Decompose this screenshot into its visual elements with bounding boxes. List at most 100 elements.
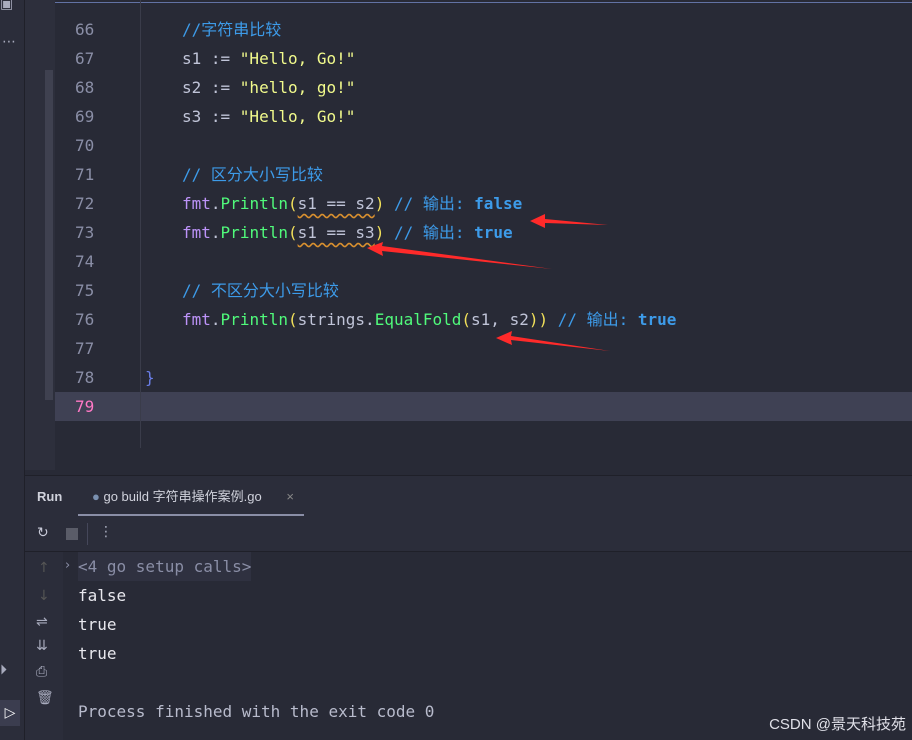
services-icon[interactable]: ⏵ — [0, 662, 7, 678]
code-line[interactable]: 78} — [55, 363, 912, 392]
token: // 输出: — [548, 310, 638, 329]
code-line[interactable]: 77 — [55, 334, 912, 363]
code-text: fmt.Println(s1 == s3) // 输出: true — [182, 218, 513, 247]
line-number: 79 — [75, 397, 95, 416]
code-line[interactable]: 68 s2 := "hello, go!" — [55, 73, 912, 102]
line-number: 74 — [75, 252, 95, 271]
trash-icon[interactable]: 🗑 — [36, 690, 54, 706]
token: // 不区分大小写比较 — [182, 281, 339, 300]
gutter-divider — [140, 0, 141, 448]
code-text: fmt.Println(strings.EqualFold(s1, s2)) /… — [182, 305, 676, 334]
line-number: 76 — [75, 310, 95, 329]
code-line[interactable]: 75 // 不区分大小写比较 — [55, 276, 912, 305]
print-icon[interactable]: ⎙ — [36, 664, 47, 680]
token: fmt — [182, 223, 211, 242]
process-finished: Process finished with the exit code 0 — [78, 702, 435, 721]
token: ( — [287, 223, 298, 242]
token: s2 := — [182, 78, 240, 97]
code-text: s1 := "Hello, Go!" — [182, 44, 355, 73]
token: s3 := — [182, 107, 240, 126]
left-tool-strip: ▣ ⋯ ⏵ ▷ — [0, 0, 25, 740]
token: // 区分大小写比较 — [182, 165, 323, 184]
line-number: 70 — [75, 136, 95, 155]
expand-chevron-icon[interactable]: › — [65, 558, 70, 573]
scroll-to-end-icon[interactable]: ⇊ — [36, 638, 48, 654]
token: true — [474, 223, 513, 242]
run-toolbar: ↻ ⋮ — [25, 517, 912, 552]
code-text: } — [145, 363, 155, 392]
line-number: 66 — [75, 20, 95, 39]
down-arrow-icon[interactable]: ↓ — [38, 588, 50, 604]
up-arrow-icon[interactable]: ↑ — [38, 560, 50, 576]
line-number: 73 — [75, 223, 95, 242]
token: "hello, go!" — [239, 78, 356, 97]
token: )) — [528, 310, 549, 329]
top-border — [55, 2, 912, 3]
token: ( — [461, 310, 472, 329]
code-line[interactable]: 73 fmt.Println(s1 == s3) // 输出: true — [55, 218, 912, 247]
token: fmt — [182, 194, 211, 213]
code-text: //字符串比较 — [182, 15, 281, 44]
token: strings. — [297, 310, 375, 329]
token: // 输出: — [384, 223, 475, 242]
run-tool-icon[interactable]: ▷ — [0, 700, 20, 726]
gopher-icon: ● — [92, 489, 104, 504]
token: ) — [374, 194, 385, 213]
token: . — [210, 310, 221, 329]
token: ( — [287, 310, 298, 329]
close-tab-icon[interactable]: × — [286, 479, 294, 515]
code-text: // 不区分大小写比较 — [182, 276, 339, 305]
rerun-icon[interactable]: ↻ — [37, 525, 49, 541]
code-line[interactable]: 76 fmt.Println(strings.EqualFold(s1, s2))… — [55, 305, 912, 334]
code-line[interactable]: 67 s1 := "Hello, Go!" — [55, 44, 912, 73]
structure-icon[interactable]: ▣ — [0, 0, 13, 12]
run-config-tab[interactable]: ● go build 字符串操作案例.go × — [78, 479, 304, 516]
token: // 输出: — [384, 194, 475, 213]
code-text: s2 := "hello, go!" — [182, 73, 355, 102]
token: s1 == s3 — [297, 223, 375, 242]
stop-icon[interactable] — [66, 528, 78, 540]
line-number: 78 — [75, 368, 95, 387]
more-vertical-icon[interactable]: ⋮ — [99, 524, 113, 540]
code-line[interactable]: 66 //字符串比较 — [55, 15, 912, 44]
token: Println — [220, 310, 288, 329]
token: true — [637, 310, 677, 329]
token: //字符串比较 — [182, 20, 282, 39]
watermark: CSDN @景天科技苑 — [769, 716, 906, 733]
console-output[interactable]: › <4 go setup calls> false true true Pro… — [63, 552, 912, 740]
code-line[interactable]: 69 s3 := "Hello, Go!" — [55, 102, 912, 131]
line-number: 75 — [75, 281, 95, 300]
more-icon[interactable]: ⋯ — [2, 34, 16, 50]
console-gutter: ↑ ↓ ⇌ ⇊ ⎙ 🗑 — [25, 552, 63, 740]
console-line: false — [78, 586, 127, 605]
token: "Hello, Go!" — [239, 107, 356, 126]
token: EqualFold — [374, 310, 462, 329]
token: . — [210, 194, 221, 213]
code-line[interactable]: 74 — [55, 247, 912, 276]
token: s1 == s2 — [297, 194, 375, 213]
token: ( — [287, 194, 298, 213]
line-number: 69 — [75, 107, 95, 126]
tab-label: go build 字符串操作案例.go — [103, 489, 262, 504]
code-line[interactable]: 72 fmt.Println(s1 == s2) // 输出: false — [55, 189, 912, 218]
token: . — [210, 223, 221, 242]
setup-calls[interactable]: <4 go setup calls> — [78, 552, 252, 581]
code-text: s3 := "Hello, Go!" — [182, 102, 355, 131]
token: ) — [374, 223, 385, 242]
toolbar-divider — [87, 523, 88, 545]
token: false — [474, 194, 523, 213]
token: "Hello, Go!" — [239, 49, 356, 68]
token: fmt — [182, 310, 211, 329]
code-line[interactable]: 70 — [55, 131, 912, 160]
code-line[interactable]: 79 — [55, 392, 912, 421]
token: s1 := — [182, 49, 240, 68]
console-line: true — [78, 644, 117, 663]
closing-brace: } — [145, 368, 155, 387]
code-text: fmt.Println(s1 == s2) // 输出: false — [182, 189, 522, 218]
line-number: 77 — [75, 339, 95, 358]
editor-scrollbar[interactable] — [45, 70, 53, 400]
code-line[interactable]: 71 // 区分大小写比较 — [55, 160, 912, 189]
token: Println — [220, 194, 288, 213]
run-label: Run — [37, 489, 63, 504]
soft-wrap-icon[interactable]: ⇌ — [36, 614, 48, 630]
